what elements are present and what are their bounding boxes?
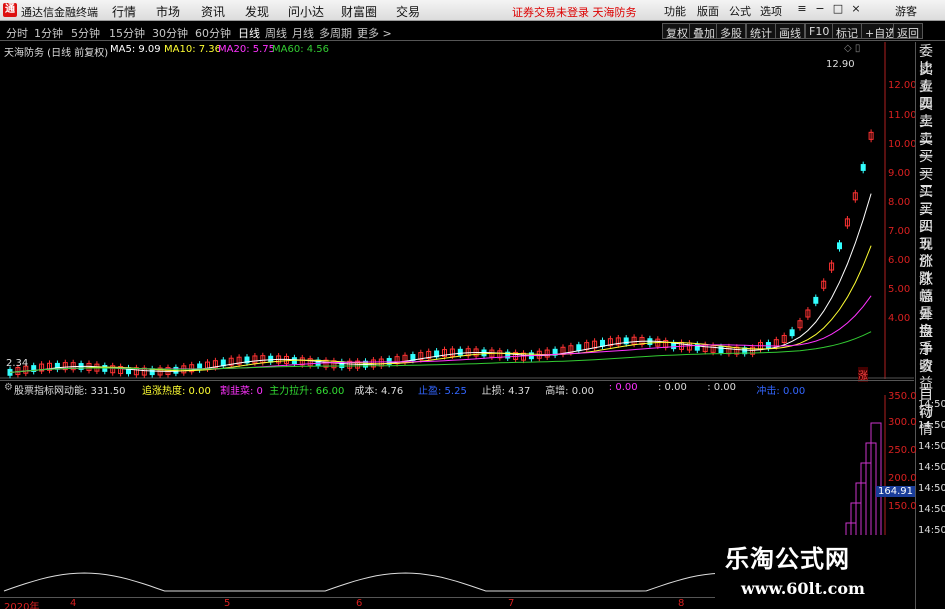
- overlay-button[interactable]: 叠加: [689, 23, 719, 40]
- quote-side-panel[interactable]: 委比 卖五 卖四 卖三 卖二 卖一 买一 买二 买三 买四 买五 现价 涨跌 涨幅 总量 外盘 换手 净资 收益: [915, 42, 945, 392]
- app-title: 通达信金融终端: [21, 6, 98, 19]
- price-tick: 8.00: [888, 197, 911, 208]
- menu-layout[interactable]: 版面: [697, 3, 719, 19]
- site-watermark: 乐淘公式网 www.60lt.com: [715, 535, 915, 609]
- candle-body: [813, 296, 819, 304]
- period-30min[interactable]: 30分钟: [152, 25, 188, 41]
- period-5min[interactable]: 5分钟: [71, 25, 100, 41]
- menu-options[interactable]: 选项: [760, 3, 782, 19]
- kline-svg: [0, 42, 914, 379]
- time-tick: 14:50: [918, 441, 945, 452]
- date-tick: 7: [508, 598, 515, 609]
- price-tick: 11.00: [888, 110, 917, 121]
- watermark-url: www.60lt.com: [741, 579, 865, 598]
- date-tick: 2020年: [4, 602, 40, 609]
- statistics-button[interactable]: 统计: [746, 23, 776, 40]
- price-tick: 12.00: [888, 80, 917, 91]
- menu-quotes[interactable]: 行情: [112, 3, 136, 20]
- price-tick: 9.00: [888, 168, 911, 179]
- time-tick: 14:50: [918, 483, 945, 494]
- candle-body: [600, 339, 605, 347]
- menu-discover[interactable]: 发现: [245, 3, 269, 20]
- login-warning[interactable]: 证券交易未登录 天海防务: [512, 4, 637, 20]
- indicator-header: ⚙ 股票指标网 动能: 331.50 追涨热度: 0.00 割韭菜: 0 主力拉升: …: [0, 380, 914, 397]
- period-daily[interactable]: 日线: [238, 25, 260, 41]
- menu-news[interactable]: 资讯: [201, 3, 225, 20]
- back-button[interactable]: 返回: [893, 23, 923, 40]
- candle-body: [860, 164, 866, 171]
- indicator-tick: 250.0: [888, 445, 917, 456]
- indicator-tick: 200.0: [888, 473, 917, 484]
- menu-trade[interactable]: 交易: [396, 3, 420, 20]
- minimize-icon[interactable]: −: [813, 2, 827, 15]
- menu-wealth[interactable]: 财富圈: [341, 3, 377, 20]
- time-tick: 14:50: [918, 399, 945, 410]
- price-tick: 10.00: [888, 139, 917, 150]
- candle-body: [576, 344, 582, 352]
- period-toolbar: 分时 1分钟 5分钟 15分钟 30分钟 60分钟 日线 周线 月线 多周期 更…: [0, 22, 945, 41]
- time-tick: 14:50: [918, 462, 945, 473]
- time-tick: 14:50: [918, 525, 945, 536]
- low-price-label: 2.34: [6, 358, 29, 369]
- indicator-settings-icon[interactable]: ⚙: [4, 382, 13, 393]
- period-weekly[interactable]: 周线: [265, 25, 287, 41]
- ma-line: [9, 295, 872, 373]
- time-tick: 14:50: [918, 504, 945, 515]
- menu-icon[interactable]: ≡: [795, 2, 809, 15]
- indicator-current-value: 164.91: [876, 486, 915, 497]
- indicator-tick: 150.0: [888, 501, 917, 512]
- price-tick: 7.00: [888, 226, 911, 237]
- period-15min[interactable]: 15分钟: [109, 25, 145, 41]
- date-tick: 4: [70, 598, 77, 609]
- indicator-tick: 300.0: [888, 417, 917, 428]
- period-intraday[interactable]: 分时: [6, 25, 28, 41]
- app-logo-icon: 通: [3, 3, 17, 17]
- price-tick: 5.00: [888, 284, 911, 295]
- menu-formula[interactable]: 公式: [729, 3, 751, 19]
- indicator-value: : 0.00: [608, 382, 638, 393]
- candlestick-series: [7, 129, 874, 379]
- maximize-icon[interactable]: □: [831, 2, 845, 15]
- ma-line: [9, 331, 872, 373]
- period-60min[interactable]: 60分钟: [195, 25, 231, 41]
- menu-market[interactable]: 市场: [156, 3, 180, 20]
- date-tick: 5: [224, 598, 231, 609]
- watermark-title: 乐淘公式网: [725, 545, 850, 573]
- date-tick: 6: [356, 598, 363, 609]
- price-tick: 4.00: [888, 313, 911, 324]
- indicator-value: : 0.00: [707, 382, 737, 393]
- menubar: 通 通达信金融终端 行情 市场 资讯 发现 问小达 财富圈 交易 证券交易未登录…: [0, 0, 945, 21]
- guest-label[interactable]: 游客: [895, 3, 917, 19]
- indicator-tick: 350.0: [888, 391, 917, 402]
- multi-stock-button[interactable]: 多股: [716, 23, 746, 40]
- candle-body: [789, 329, 795, 337]
- candle-body: [837, 242, 842, 250]
- date-tick: 8: [678, 598, 685, 609]
- period-multi[interactable]: 多周期: [319, 25, 352, 41]
- high-price-label: 12.90: [826, 59, 855, 70]
- period-1min[interactable]: 1分钟: [34, 25, 63, 41]
- menu-function[interactable]: 功能: [664, 3, 686, 19]
- time-tick: 14:50: [918, 420, 945, 431]
- menu-ask[interactable]: 问小达: [288, 3, 324, 20]
- adjust-button[interactable]: 复权: [662, 23, 692, 40]
- draw-line-button[interactable]: 画线: [775, 23, 805, 40]
- f10-button[interactable]: F10: [805, 23, 834, 39]
- kline-chart[interactable]: 天海防务 (日线 前复权) MA5: 9.09 MA10: 7.36 MA20:…: [0, 42, 917, 382]
- period-more[interactable]: 更多 >: [357, 25, 392, 41]
- moving-average-lines: [9, 193, 872, 373]
- indicator-value: : 0.00: [658, 382, 687, 393]
- period-monthly[interactable]: 月线: [292, 25, 314, 41]
- price-tick: 6.00: [888, 255, 911, 266]
- mark-button[interactable]: 标记: [832, 23, 862, 40]
- close-icon[interactable]: ×: [849, 2, 863, 15]
- candle-body: [457, 348, 463, 356]
